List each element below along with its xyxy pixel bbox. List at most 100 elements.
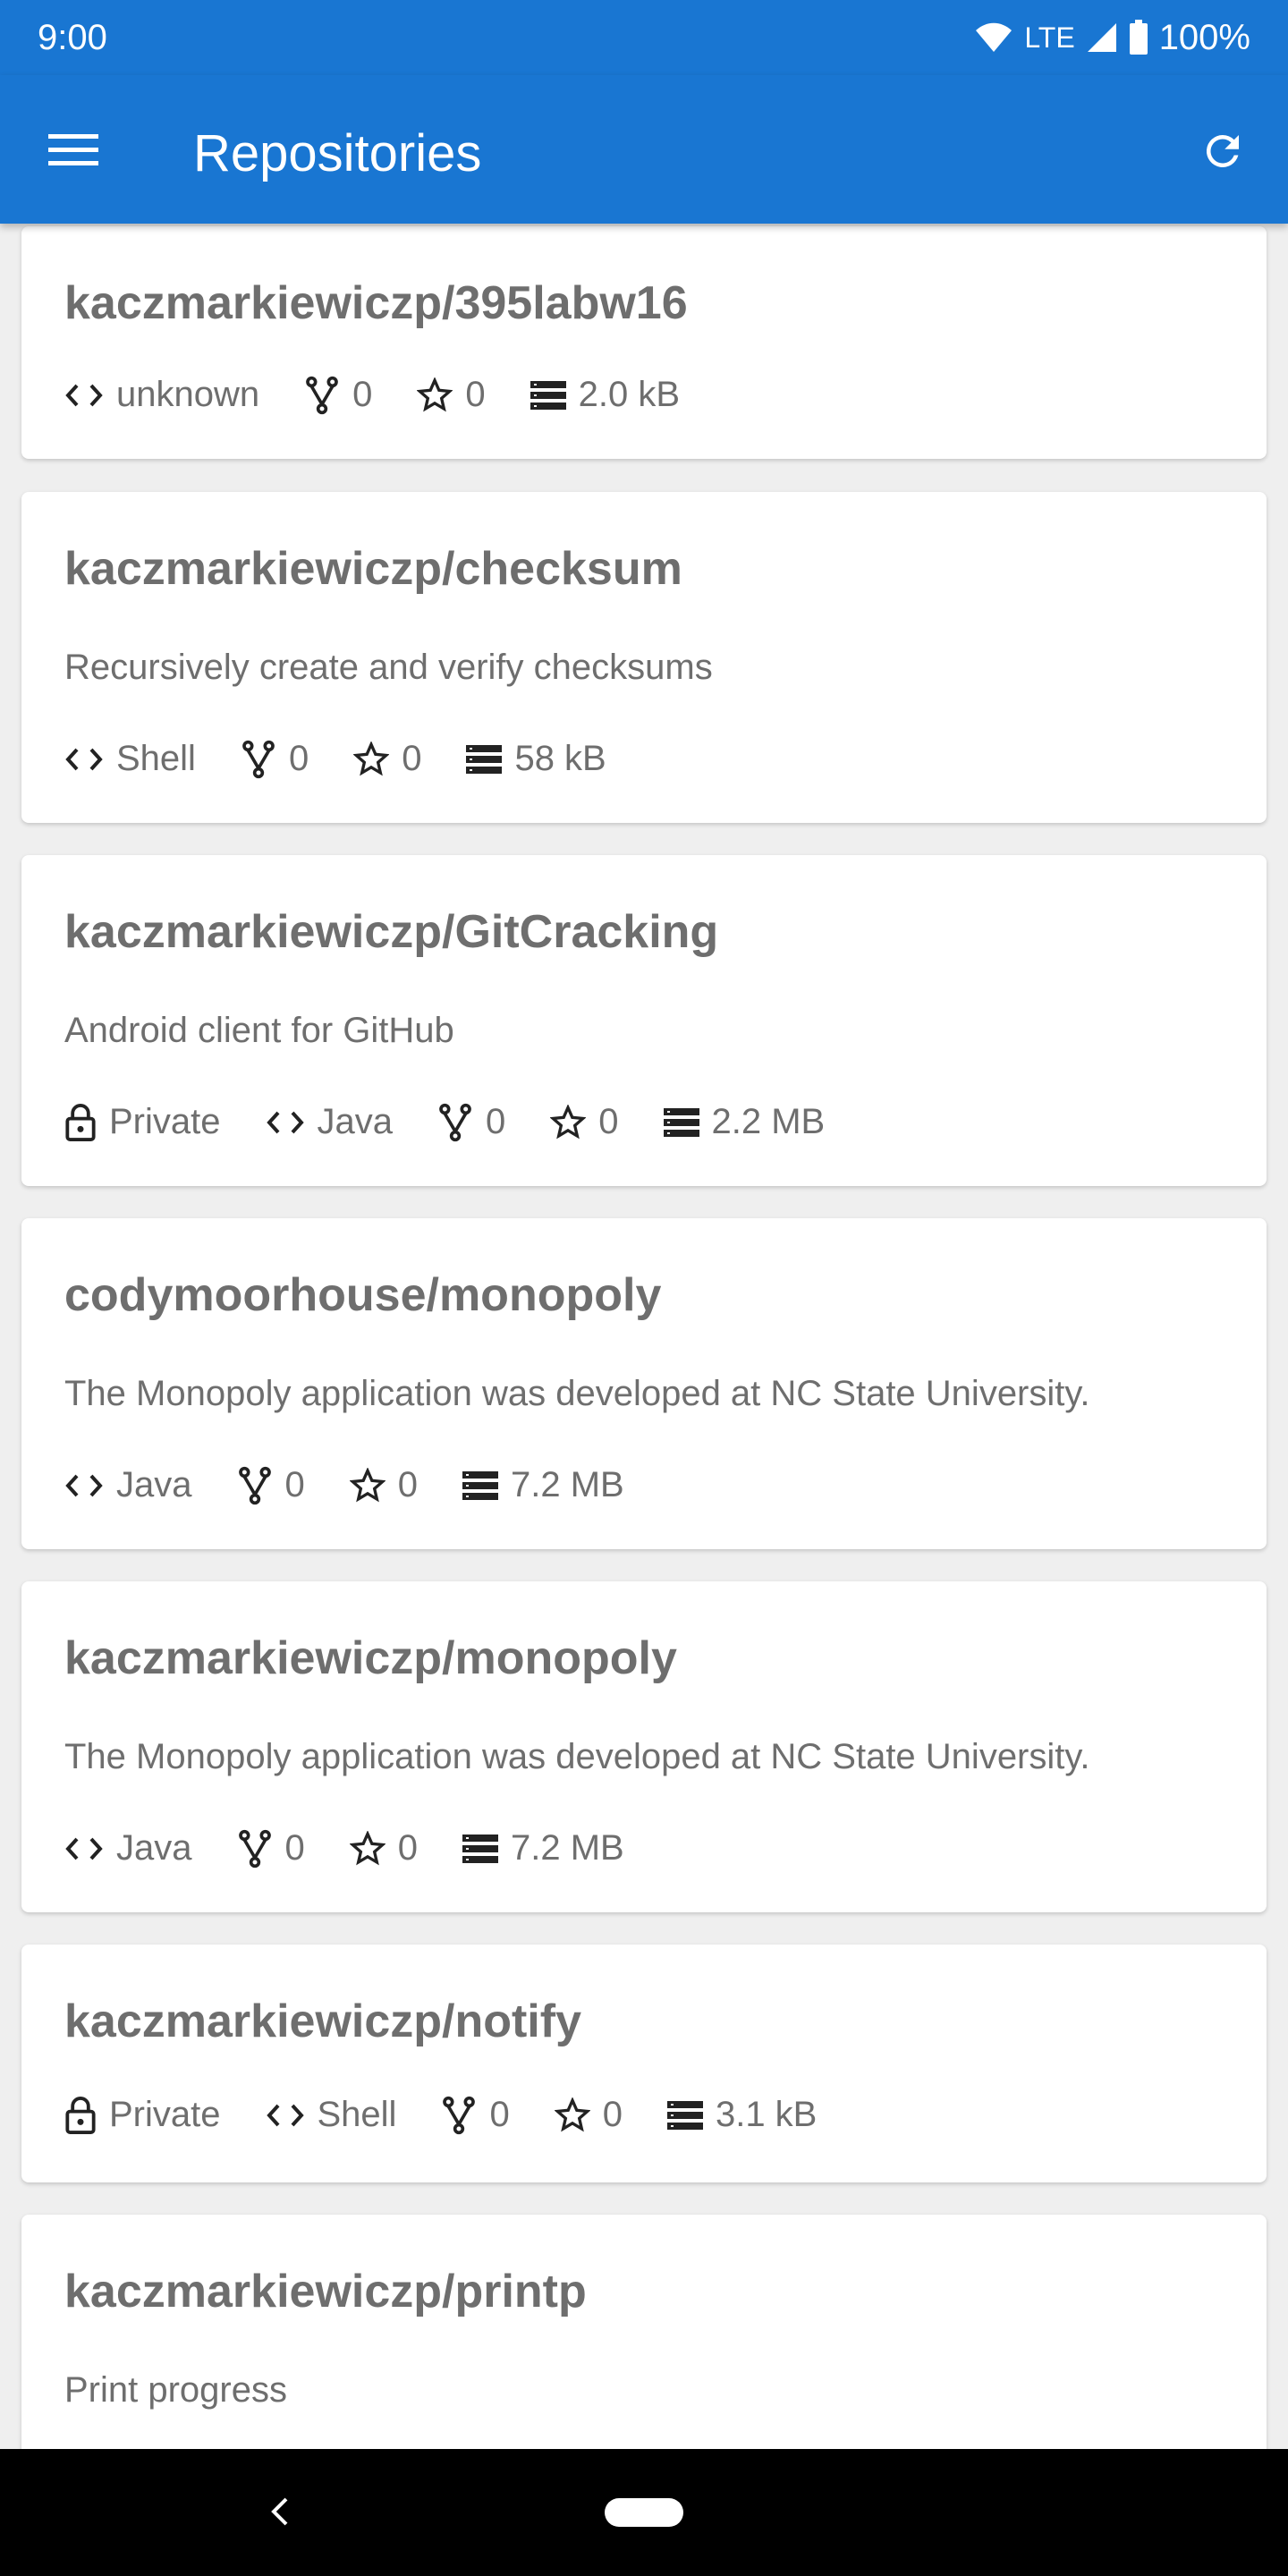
repo-size: 7.2 MB bbox=[462, 1465, 624, 1505]
back-button[interactable] bbox=[252, 2485, 306, 2538]
repo-language: unknown bbox=[64, 375, 259, 415]
repo-language: Java bbox=[64, 1828, 192, 1868]
language-label: Shell bbox=[116, 739, 196, 778]
repo-forks: 0 bbox=[304, 375, 372, 415]
repo-language: Shell bbox=[266, 2095, 397, 2135]
star-icon bbox=[554, 2097, 590, 2131]
forks-count: 0 bbox=[284, 1465, 305, 1504]
repo-size: 7.2 MB bbox=[462, 1828, 624, 1868]
stars-count: 0 bbox=[598, 1102, 619, 1141]
forks-count: 0 bbox=[489, 2095, 510, 2134]
refresh-button[interactable] bbox=[1182, 111, 1263, 191]
visibility-label: Private bbox=[109, 1102, 221, 1141]
repo-forks: 0 bbox=[237, 1465, 305, 1505]
wifi-icon bbox=[976, 22, 1013, 52]
fork-icon bbox=[238, 1829, 271, 1868]
repo-description: Print progress bbox=[64, 2370, 287, 2410]
repo-stars: 0 bbox=[353, 739, 421, 779]
status-bar: 9:00 LTE 100% bbox=[0, 0, 1288, 75]
repo-card[interactable]: kaczmarkiewiczp/notify Private Shell 0 0… bbox=[21, 1945, 1267, 2182]
fork-icon bbox=[242, 740, 275, 778]
repository-list[interactable]: kaczmarkiewiczp/395labw16 unknown 0 0 2.… bbox=[0, 224, 1288, 2449]
system-navigation-bar bbox=[0, 2449, 1288, 2576]
storage-icon bbox=[462, 1834, 498, 1863]
battery-level: 100% bbox=[1158, 17, 1250, 57]
code-icon bbox=[266, 1111, 304, 1133]
language-label: Java bbox=[317, 1102, 394, 1141]
refresh-icon bbox=[1206, 134, 1239, 167]
repo-meta: Private Java 0 0 2.2 MB bbox=[64, 1102, 869, 1142]
repo-stars: 0 bbox=[349, 1465, 418, 1505]
forks-count: 0 bbox=[288, 739, 309, 778]
back-icon bbox=[271, 2497, 288, 2526]
home-button[interactable] bbox=[605, 2498, 683, 2527]
repo-description: The Monopoly application was developed a… bbox=[64, 1374, 1090, 1413]
repo-visibility: Private bbox=[64, 2095, 221, 2135]
storage-icon bbox=[530, 380, 566, 410]
repo-card[interactable]: kaczmarkiewiczp/395labw16 unknown 0 0 2.… bbox=[21, 226, 1267, 459]
repo-card[interactable]: kaczmarkiewiczp/GitCracking Android clie… bbox=[21, 855, 1267, 1186]
size-label: 58 kB bbox=[514, 739, 606, 778]
repo-name: kaczmarkiewiczp/monopoly bbox=[64, 1632, 677, 1684]
fork-icon bbox=[238, 1466, 271, 1504]
stars-count: 0 bbox=[402, 739, 422, 778]
repo-card[interactable]: kaczmarkiewiczp/monopoly The Monopoly ap… bbox=[21, 1581, 1267, 1912]
repo-language: Java bbox=[266, 1102, 394, 1142]
repo-stars: 0 bbox=[417, 375, 486, 415]
repo-name: kaczmarkiewiczp/checksum bbox=[64, 543, 682, 595]
storage-icon bbox=[663, 1107, 699, 1137]
forks-count: 0 bbox=[486, 1102, 506, 1141]
repo-card[interactable]: codymoorhouse/monopoly The Monopoly appl… bbox=[21, 1218, 1267, 1549]
network-type: LTE bbox=[1024, 21, 1075, 54]
code-icon bbox=[65, 748, 103, 770]
storage-icon bbox=[666, 2100, 703, 2130]
repo-card[interactable]: kaczmarkiewiczp/checksum Recursively cre… bbox=[21, 492, 1267, 823]
forks-count: 0 bbox=[352, 375, 373, 414]
stars-count: 0 bbox=[602, 2095, 623, 2134]
code-icon bbox=[266, 2104, 304, 2126]
language-label: Shell bbox=[317, 2095, 397, 2134]
menu-icon bbox=[48, 134, 98, 165]
storage-icon bbox=[462, 1470, 498, 1500]
size-label: 2.2 MB bbox=[711, 1102, 826, 1141]
star-icon bbox=[353, 741, 390, 775]
repo-card[interactable]: kaczmarkiewiczp/printp Print progress bbox=[21, 2215, 1267, 2449]
menu-button[interactable] bbox=[30, 113, 116, 188]
size-label: 7.2 MB bbox=[511, 1465, 624, 1504]
repo-forks: 0 bbox=[437, 1102, 505, 1142]
repo-name: kaczmarkiewiczp/notify bbox=[64, 1996, 581, 2047]
code-icon bbox=[65, 1474, 103, 1496]
repo-meta: Java 0 0 7.2 MB bbox=[64, 1465, 669, 1505]
repo-forks: 0 bbox=[441, 2095, 510, 2135]
lock-icon bbox=[65, 2096, 96, 2134]
language-label: Java bbox=[116, 1465, 192, 1504]
repo-size: 2.0 kB bbox=[530, 375, 680, 415]
repo-language: Shell bbox=[64, 739, 196, 779]
storage-icon bbox=[466, 744, 503, 774]
forks-count: 0 bbox=[284, 1828, 305, 1868]
language-label: Java bbox=[116, 1828, 192, 1868]
repo-visibility: Private bbox=[64, 1102, 221, 1142]
repo-stars: 0 bbox=[550, 1102, 619, 1142]
fork-icon bbox=[306, 376, 338, 414]
page-title: Repositories bbox=[193, 124, 482, 182]
repo-size: 3.1 kB bbox=[666, 2095, 817, 2135]
repo-meta: unknown 0 0 2.0 kB bbox=[64, 375, 724, 415]
star-icon bbox=[417, 377, 453, 411]
repo-size: 58 kB bbox=[466, 739, 606, 779]
code-icon bbox=[65, 384, 103, 406]
fork-icon bbox=[443, 2096, 476, 2134]
repo-description: Recursively create and verify checksums bbox=[64, 648, 713, 687]
size-label: 7.2 MB bbox=[511, 1828, 624, 1868]
status-indicators: LTE 100% bbox=[974, 18, 1250, 58]
stars-count: 0 bbox=[397, 1465, 418, 1504]
app-bar: Repositories bbox=[0, 75, 1288, 224]
repo-description: Android client for GitHub bbox=[64, 1011, 454, 1050]
star-icon bbox=[349, 1830, 386, 1865]
repo-language: Java bbox=[64, 1465, 192, 1505]
repo-forks: 0 bbox=[241, 739, 309, 779]
battery-icon bbox=[1129, 20, 1148, 55]
stars-count: 0 bbox=[465, 375, 486, 414]
repo-description: The Monopoly application was developed a… bbox=[64, 1737, 1090, 1776]
language-label: unknown bbox=[116, 375, 260, 414]
